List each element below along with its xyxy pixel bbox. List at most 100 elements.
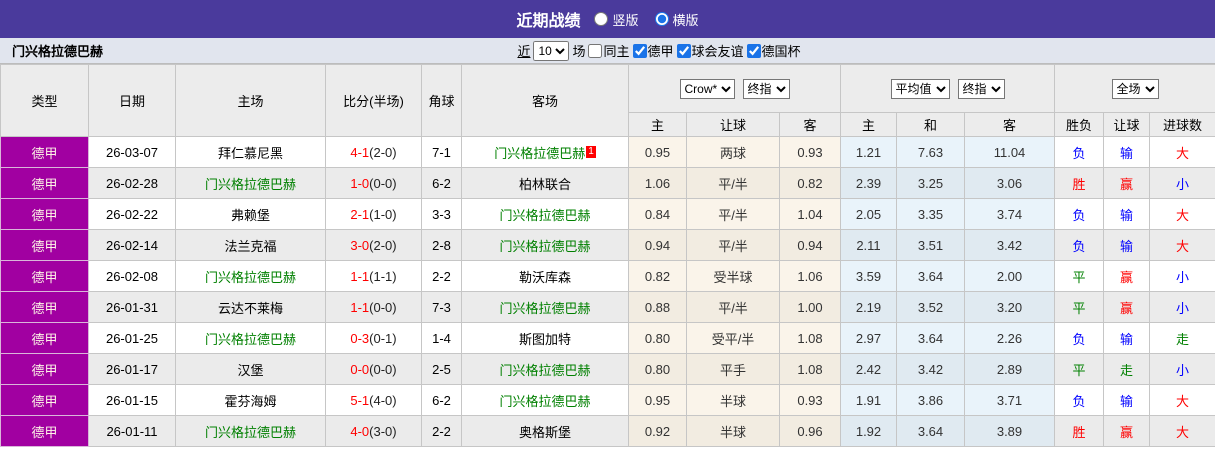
checkbox-bundesliga[interactable]: 德甲 <box>632 41 674 60</box>
result-wdl-cell: 平 <box>1054 260 1105 292</box>
result-goals-cell: 大 <box>1149 384 1215 416</box>
odds-away-cell: 1.08 <box>779 353 841 385</box>
avg-draw-cell: 3.52 <box>896 291 965 323</box>
radio-vertical-input[interactable] <box>594 12 609 26</box>
away-team-cell: 门兴格拉德巴赫 1 <box>461 136 629 168</box>
away-team-name: 门兴格拉德巴赫 <box>499 393 591 409</box>
german-cup-checkbox-input[interactable] <box>746 43 761 58</box>
result-scope-header: 全场 <box>1054 64 1215 113</box>
result-handicap-cell: 赢 <box>1103 415 1151 447</box>
handicap-cell: 平/半 <box>686 167 780 199</box>
away-team-cell: 门兴格拉德巴赫 <box>461 353 629 385</box>
col-header-result-goals: 进球数 <box>1149 112 1215 137</box>
odds-stage-select-2[interactable]: 终指 <box>957 78 1005 99</box>
result-goals-cell: 大 <box>1149 136 1215 168</box>
avg-draw-cell: 3.35 <box>896 198 965 230</box>
score-cell: 1-1(1-1) <box>325 260 422 292</box>
away-team-name: 勒沃库森 <box>518 269 571 285</box>
match-row: 德甲 26-01-31 云达不莱梅 1-1(0-0) 7-3 门兴格拉德巴赫 0.88 平/半… <box>0 291 1215 323</box>
corner-cell: 6-2 <box>421 384 462 416</box>
full-time-score: 4-1 <box>350 144 370 160</box>
handicap-cell: 平手 <box>686 353 780 385</box>
radio-horizontal-input[interactable] <box>654 12 669 26</box>
col-header-home: 主场 <box>175 64 326 137</box>
score-cell: 0-0(0-0) <box>325 353 422 385</box>
col-header-score: 比分(半场) <box>325 64 422 137</box>
full-time-score: 1-0 <box>350 175 370 191</box>
corner-cell: 3-3 <box>421 198 462 230</box>
home-team-cell: 门兴格拉德巴赫 <box>175 415 326 447</box>
filter-bar: 门兴格拉德巴赫 近 10 场 同主 德甲 球会友谊 德国杯 <box>0 38 1215 64</box>
odds-away-cell: 1.04 <box>779 198 841 230</box>
result-handicap-cell: 输 <box>1103 322 1151 354</box>
bundesliga-checkbox-input[interactable] <box>632 43 647 58</box>
full-time-score: 2-1 <box>350 206 370 222</box>
away-team-cell: 斯图加特 <box>461 322 629 354</box>
result-wdl-cell: 负 <box>1054 322 1105 354</box>
radio-vertical-layout[interactable]: 竖版 <box>594 10 639 29</box>
match-row: 德甲 26-02-28 门兴格拉德巴赫 1-0(0-0) 6-2 柏林联合 1.06 平/半 0… <box>0 167 1215 199</box>
corner-cell: 2-2 <box>421 415 462 447</box>
checkbox-same-home[interactable]: 同主 <box>588 41 630 60</box>
odds-home-cell: 0.88 <box>628 291 687 323</box>
home-team-name: 门兴格拉德巴赫 <box>204 424 296 440</box>
home-team-name: 门兴格拉德巴赫 <box>204 176 296 192</box>
score-cell: 4-0(3-0) <box>325 415 422 447</box>
checkbox-club-friendly[interactable]: 球会友谊 <box>676 41 744 60</box>
home-team-cell: 霍芬海姆 <box>175 384 326 416</box>
avg-away-cell: 3.89 <box>963 415 1056 447</box>
avg-away-cell: 2.26 <box>963 322 1056 354</box>
match-count-select[interactable]: 10 <box>533 40 570 61</box>
club-friendly-checkbox-input[interactable] <box>676 43 691 58</box>
odds-home-cell: 0.84 <box>628 198 687 230</box>
odds-home-cell: 0.92 <box>628 415 687 447</box>
col-header-odds-away: 客 <box>779 112 841 137</box>
average-select[interactable]: 平均值 <box>890 78 950 99</box>
match-date-cell: 26-02-28 <box>88 167 176 199</box>
home-team-cell: 门兴格拉德巴赫 <box>175 167 326 199</box>
filters-group: 近 10 场 同主 德甲 球会友谊 德国杯 <box>103 40 1215 61</box>
league-type-cell: 德甲 <box>0 353 89 385</box>
home-team-cell: 弗赖堡 <box>175 198 326 230</box>
odds-away-cell: 0.96 <box>779 415 841 447</box>
score-cell: 2-1(1-0) <box>325 198 422 230</box>
full-match-select[interactable]: 全场 <box>1111 78 1159 99</box>
result-goals-cell: 大 <box>1149 198 1215 230</box>
full-time-score: 1-1 <box>350 268 370 284</box>
home-team-name: 法兰克福 <box>224 238 277 254</box>
avg-home-cell: 2.42 <box>840 353 897 385</box>
corner-cell: 2-2 <box>421 260 462 292</box>
score-cell: 3-0(2-0) <box>325 229 422 261</box>
result-handicap-cell: 赢 <box>1103 260 1151 292</box>
result-goals-cell: 小 <box>1149 291 1215 323</box>
avg-away-cell: 3.20 <box>963 291 1056 323</box>
result-wdl-cell: 平 <box>1054 353 1105 385</box>
avg-draw-cell: 3.42 <box>896 353 965 385</box>
radio-vertical-label: 竖版 <box>612 12 639 28</box>
half-time-score: (1-0) <box>369 206 397 222</box>
league-type-cell: 德甲 <box>0 198 89 230</box>
avg-home-cell: 2.11 <box>840 229 897 261</box>
odds-home-cell: 0.80 <box>628 322 687 354</box>
same-home-checkbox-input[interactable] <box>588 43 603 58</box>
near-link[interactable]: 近 <box>517 41 530 60</box>
col-header-type: 类型 <box>0 64 89 137</box>
home-team-cell: 门兴格拉德巴赫 <box>175 322 326 354</box>
odds-stage-select-1[interactable]: 终指 <box>742 78 790 99</box>
match-row: 德甲 26-01-11 门兴格拉德巴赫 4-0(3-0) 2-2 奥格斯堡 0.92 半球 0.… <box>0 415 1215 447</box>
away-team-name: 柏林联合 <box>518 176 571 192</box>
bookmaker-select[interactable]: Crow* <box>679 78 735 99</box>
corner-cell: 2-5 <box>421 353 462 385</box>
checkbox-german-cup[interactable]: 德国杯 <box>746 41 801 60</box>
away-team-cell: 门兴格拉德巴赫 <box>461 198 629 230</box>
avg-home-cell: 2.97 <box>840 322 897 354</box>
result-handicap-cell: 输 <box>1103 229 1151 261</box>
away-team-name: 门兴格拉德巴赫 <box>499 238 591 254</box>
result-wdl-cell: 平 <box>1054 291 1105 323</box>
corner-cell: 6-2 <box>421 167 462 199</box>
corner-cell: 2-8 <box>421 229 462 261</box>
result-wdl-cell: 负 <box>1054 229 1105 261</box>
radio-horizontal-layout[interactable]: 横版 <box>654 10 699 29</box>
match-date-cell: 26-02-14 <box>88 229 176 261</box>
match-date-cell: 26-02-22 <box>88 198 176 230</box>
